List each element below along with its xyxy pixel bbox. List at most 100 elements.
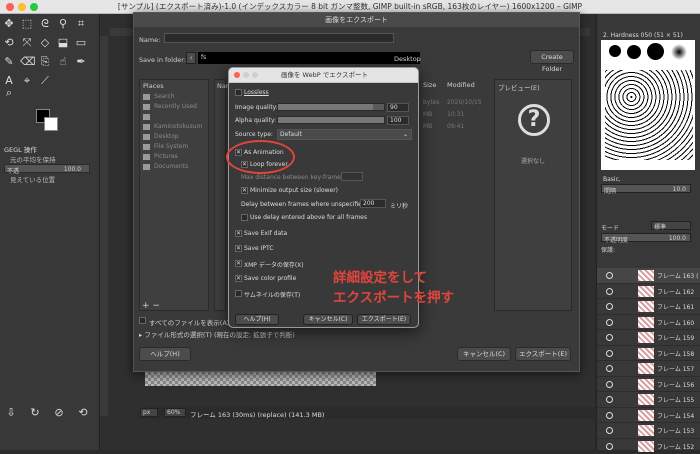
eye-icon[interactable]	[606, 319, 613, 326]
export-export-button[interactable]: エクスポート(E)	[515, 347, 571, 361]
layer-row[interactable]: フレーム 153	[597, 423, 700, 439]
spacing-slider[interactable]: 間隔 10.0	[601, 184, 691, 193]
layer-opacity-slider[interactable]: 不透明度 100.0	[601, 233, 691, 242]
warp-icon[interactable]: ⤧	[20, 36, 34, 50]
eye-icon[interactable]	[606, 381, 613, 388]
webp-help-button[interactable]: ヘルプ(H)	[235, 314, 279, 325]
lossless-toggle[interactable]: Lossless	[235, 89, 269, 96]
place-item[interactable]: File System	[140, 143, 208, 152]
eye-icon[interactable]	[606, 412, 613, 419]
mode-select[interactable]: 標準	[651, 221, 691, 230]
clone-icon[interactable]: ⎘	[38, 55, 52, 69]
path-bar[interactable]: fs	[198, 52, 420, 64]
export-cancel-button[interactable]: キャンセル(C)	[457, 347, 511, 361]
max-distance-input[interactable]	[341, 172, 363, 181]
place-item[interactable]: Search	[140, 93, 208, 102]
image-quality-value[interactable]: 90	[387, 103, 409, 112]
layer-row[interactable]: フレーム 156	[597, 377, 700, 393]
eye-icon[interactable]	[606, 365, 613, 372]
modified-col-header[interactable]: Modified	[447, 81, 475, 89]
save-iptc-toggle[interactable]: ✕Save IPTC	[235, 245, 274, 252]
eye-icon[interactable]	[606, 350, 613, 357]
smudge-icon[interactable]: ☝	[56, 55, 70, 69]
delay-input[interactable]: 200	[360, 199, 386, 208]
eraser-icon[interactable]: ⌫	[20, 55, 34, 69]
size-col-header[interactable]: Size	[423, 81, 436, 89]
layer-row[interactable]: フレーム 161	[597, 299, 700, 315]
rect-select-icon[interactable]: ⬚	[20, 17, 34, 31]
image-quality-slider[interactable]	[277, 103, 385, 111]
minimize-toggle[interactable]: ✕Minimize output size (slower)	[241, 187, 338, 194]
add-place-icon[interactable]: + −	[142, 301, 160, 311]
unified-transform-icon[interactable]: ⟲	[2, 36, 16, 50]
layer-row[interactable]: フレーム 163 (	[597, 268, 700, 284]
webp-cancel-button[interactable]: キャンセル(C)	[303, 314, 353, 325]
paintbrush-icon[interactable]: ✎	[2, 55, 16, 69]
eye-icon[interactable]	[606, 427, 613, 434]
bg-color-swatch[interactable]	[44, 117, 58, 131]
alpha-quality-value[interactable]: 100	[387, 116, 409, 125]
delete-tool-options-icon[interactable]: ⊘	[52, 406, 66, 420]
place-item[interactable]: Kaminotokusum	[140, 123, 208, 132]
place-item[interactable]: Pictures	[140, 153, 208, 162]
place-item[interactable]: Desktop	[140, 133, 208, 142]
eye-icon[interactable]	[606, 443, 613, 450]
move-tool-icon[interactable]: ✥	[2, 17, 16, 31]
source-type-select[interactable]: Default⌄	[277, 129, 412, 140]
layer-row[interactable]: フレーム 152	[597, 439, 700, 454]
crop-icon[interactable]: ⌗	[74, 17, 88, 31]
select-file-type-expander[interactable]: ▸ ファイル形式の選択(T) (現在の設定: 拡張子で判断)	[139, 329, 295, 339]
cage-icon[interactable]: ◇	[38, 36, 52, 50]
export-help-button[interactable]: ヘルプ(H)	[139, 347, 191, 361]
eye-icon[interactable]	[606, 334, 613, 341]
eye-icon[interactable]	[606, 396, 613, 403]
save-thumbnail-toggle[interactable]: サムネイルの保存(T)	[235, 290, 300, 299]
save-color-profile-toggle[interactable]: ✕Save color profile	[235, 275, 296, 282]
layer-row[interactable]: フレーム 160	[597, 315, 700, 331]
tool-option-1[interactable]: 元の平均を保持	[10, 154, 56, 164]
path-icon[interactable]: ✒	[74, 55, 88, 69]
files-panel[interactable]: Nam	[214, 79, 226, 311]
save-tool-options-icon[interactable]: ⇩	[4, 406, 18, 420]
use-delay-toggle[interactable]: Use delay entered above for all frames	[241, 214, 367, 221]
opacity-slider[interactable]: 不透 100.0	[4, 164, 90, 173]
layer-row[interactable]: フレーム 157	[597, 361, 700, 377]
show-all-files-toggle[interactable]: すべてのファイルを表示(A)	[139, 317, 229, 327]
restore-tool-options-icon[interactable]: ↻	[28, 406, 42, 420]
maximize-window-button[interactable]	[30, 3, 38, 11]
bucket-icon[interactable]: ⬓	[56, 36, 70, 50]
layer-row[interactable]: フレーム 162	[597, 284, 700, 300]
zoom-select[interactable]: 60%	[164, 408, 186, 417]
image-canvas[interactable]	[145, 372, 376, 386]
tool-option-3[interactable]: 見えている位置	[10, 174, 55, 184]
close-window-button[interactable]	[6, 3, 14, 11]
unit-select[interactable]: px	[140, 408, 158, 417]
save-exif-toggle[interactable]: ✕Save Exif data	[235, 230, 287, 237]
save-xmp-toggle[interactable]: ✕XMP データの保存(X)	[235, 260, 304, 269]
reset-tool-options-icon[interactable]: ⟲	[76, 406, 90, 420]
lasso-icon[interactable]: ᘓ	[38, 17, 52, 31]
brush-grid[interactable]	[601, 40, 695, 170]
place-item[interactable]: Recently Used	[140, 103, 208, 112]
place-item[interactable]: Documents	[140, 163, 208, 172]
layer-row[interactable]: フレーム 155	[597, 392, 700, 408]
place-item[interactable]	[140, 113, 208, 122]
zoom-tool-icon[interactable]: ⌕	[2, 86, 16, 100]
create-folder-button[interactable]: Create Folder	[530, 50, 574, 64]
eye-icon[interactable]	[606, 272, 613, 279]
alpha-quality-slider[interactable]	[277, 116, 385, 124]
layer-row[interactable]: フレーム 159	[597, 330, 700, 346]
measure-icon[interactable]: ⟋	[38, 74, 52, 88]
gradient-icon[interactable]: ▭	[74, 36, 88, 50]
path-back-button[interactable]: ‹	[186, 52, 196, 64]
eye-icon[interactable]	[606, 303, 613, 310]
fuzzy-select-icon[interactable]: ⚲	[56, 17, 70, 31]
filename-input[interactable]	[164, 33, 394, 43]
path-desktop[interactable]: Desktop	[394, 55, 421, 63]
eye-icon[interactable]	[606, 288, 613, 295]
color-picker-icon[interactable]: ⌖	[20, 74, 34, 88]
webp-export-button[interactable]: エクスポート(E)	[357, 314, 411, 325]
minimize-window-button[interactable]	[18, 3, 26, 11]
layer-row[interactable]: フレーム 158	[597, 346, 700, 362]
layer-row[interactable]: フレーム 154	[597, 408, 700, 424]
